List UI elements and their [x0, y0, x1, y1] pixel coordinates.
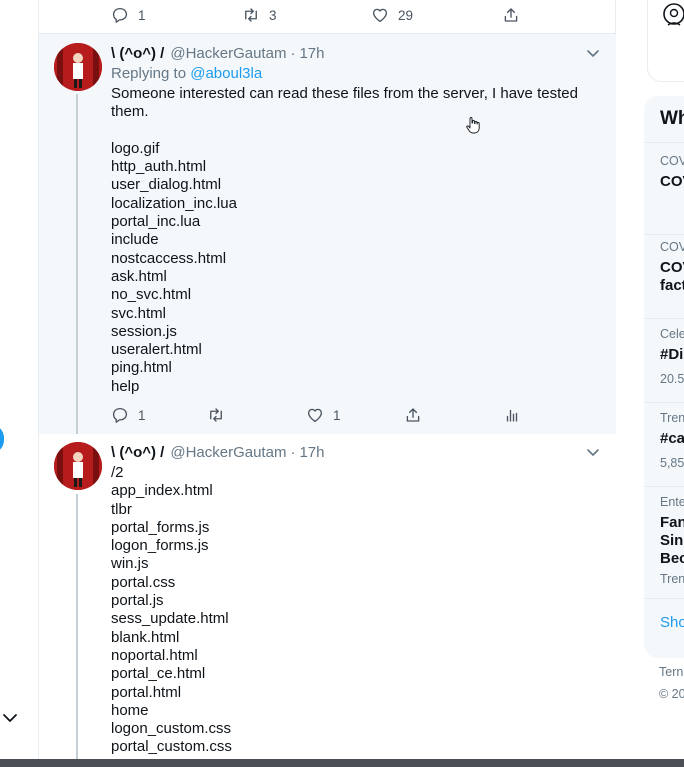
trends-divider — [644, 598, 684, 599]
reply-button[interactable]: 1 — [111, 5, 146, 25]
thread-line — [76, 494, 78, 767]
separator: · — [290, 443, 296, 461]
reply-count: 1 — [138, 7, 146, 23]
left-navigation-edge — [0, 0, 38, 767]
share-icon — [504, 8, 518, 22]
tweet-time[interactable]: 17h — [299, 45, 324, 62]
trend-item[interactable]: COV COV fact — [644, 234, 684, 320]
display-name[interactable]: \ (^o^) / — [111, 45, 164, 62]
show-more-link[interactable]: Sho — [660, 614, 684, 631]
trend-item[interactable]: COV COV — [644, 142, 684, 226]
analytics-button[interactable] — [503, 405, 521, 425]
separator: · — [290, 44, 296, 62]
share-button[interactable] — [502, 5, 520, 25]
footer-terms-link[interactable]: Tern — [659, 665, 683, 679]
trend-name: COV fact — [660, 259, 684, 294]
hand-cursor-icon — [466, 117, 480, 134]
replying-to: Replying to @aboul3la — [111, 65, 262, 82]
reply-icon — [112, 407, 128, 423]
like-count: 29 — [398, 7, 414, 23]
tweet-text: /2 app_index.html tlbr portal_forms.js l… — [111, 464, 232, 756]
previous-tweet-actions: 1 3 29 — [39, 0, 616, 34]
like-icon — [372, 8, 388, 23]
caret-down-icon[interactable] — [584, 443, 602, 461]
trend-item[interactable]: Tren #ca 5,85 — [644, 402, 684, 486]
user-handle[interactable]: @HackerGautam — [170, 444, 286, 461]
retweet-icon — [245, 8, 257, 22]
trend-name: #ca — [660, 430, 684, 447]
retweet-count: 3 — [269, 7, 277, 23]
thread-line — [76, 94, 78, 434]
like-button[interactable]: 1 — [306, 405, 341, 425]
sidebar-card — [647, 0, 684, 82]
trends-title: Wh — [660, 108, 684, 129]
tweet[interactable]: \ (^o^) / @HackerGautam · 17h /2 app_ind… — [39, 434, 616, 767]
trend-name: Fan Sing Bec — [660, 514, 684, 567]
share-button[interactable] — [404, 405, 422, 425]
mascot-icon — [663, 3, 684, 26]
like-button[interactable]: 29 — [371, 5, 413, 25]
tweet-text: Someone interested can read these files … — [111, 85, 578, 395]
reply-count: 1 — [138, 407, 146, 423]
window-bottom-bar — [0, 759, 684, 767]
retweet-icon — [210, 408, 222, 422]
chevron-down-icon[interactable] — [2, 710, 18, 726]
retweet-button[interactable] — [207, 405, 225, 425]
tweet[interactable]: \ (^o^) / @HackerGautam · 17h Replying t… — [39, 34, 616, 434]
trend-tweet-count: 20.5 — [660, 372, 684, 386]
trends-panel: Wh COV COV COV COV fact Cele #Di 20.5 Tr… — [644, 96, 684, 658]
trend-category: Cele — [660, 327, 684, 341]
trend-category: COV — [660, 154, 684, 168]
avatar[interactable] — [54, 442, 102, 490]
trend-tweet-count: Tren — [660, 572, 684, 586]
analytics-icon — [506, 409, 518, 422]
trend-tweet-count: 5,85 — [660, 456, 684, 470]
display-name[interactable]: \ (^o^) / — [111, 444, 164, 461]
trend-name: #Di — [660, 346, 684, 363]
trend-name: COV — [660, 173, 684, 190]
trend-category: Tren — [660, 411, 684, 425]
like-count: 1 — [333, 407, 341, 423]
reply-button[interactable]: 1 — [111, 405, 146, 425]
replying-to-label: Replying to — [111, 65, 187, 82]
retweet-button[interactable]: 3 — [242, 5, 277, 25]
replying-to-link[interactable]: @aboul3la — [190, 65, 262, 82]
tweet-header: \ (^o^) / @HackerGautam · 17h — [111, 43, 324, 63]
share-icon — [406, 408, 420, 422]
caret-down-icon[interactable] — [584, 44, 602, 62]
user-handle[interactable]: @HackerGautam — [170, 45, 286, 62]
tweet-time[interactable]: 17h — [299, 444, 324, 461]
tweet-header: \ (^o^) / @HackerGautam · 17h — [111, 442, 324, 462]
right-sidebar: Wh COV COV COV COV fact Cele #Di 20.5 Tr… — [616, 0, 684, 767]
trend-category: COV — [660, 240, 684, 254]
like-icon — [307, 408, 323, 423]
trend-item[interactable]: Cele #Di 20.5 — [644, 318, 684, 402]
tweet-timeline: 1 3 29 \ (^o^) / @HackerGautam · 17h Rep… — [38, 0, 616, 767]
reply-icon — [112, 7, 128, 23]
footer-copyright: © 20 — [659, 687, 684, 701]
trend-item[interactable]: Ente Fan Sing Bec Tren — [644, 486, 684, 596]
tweet-compose-button[interactable] — [0, 424, 4, 454]
trend-category: Ente — [660, 495, 684, 509]
avatar[interactable] — [54, 43, 102, 91]
